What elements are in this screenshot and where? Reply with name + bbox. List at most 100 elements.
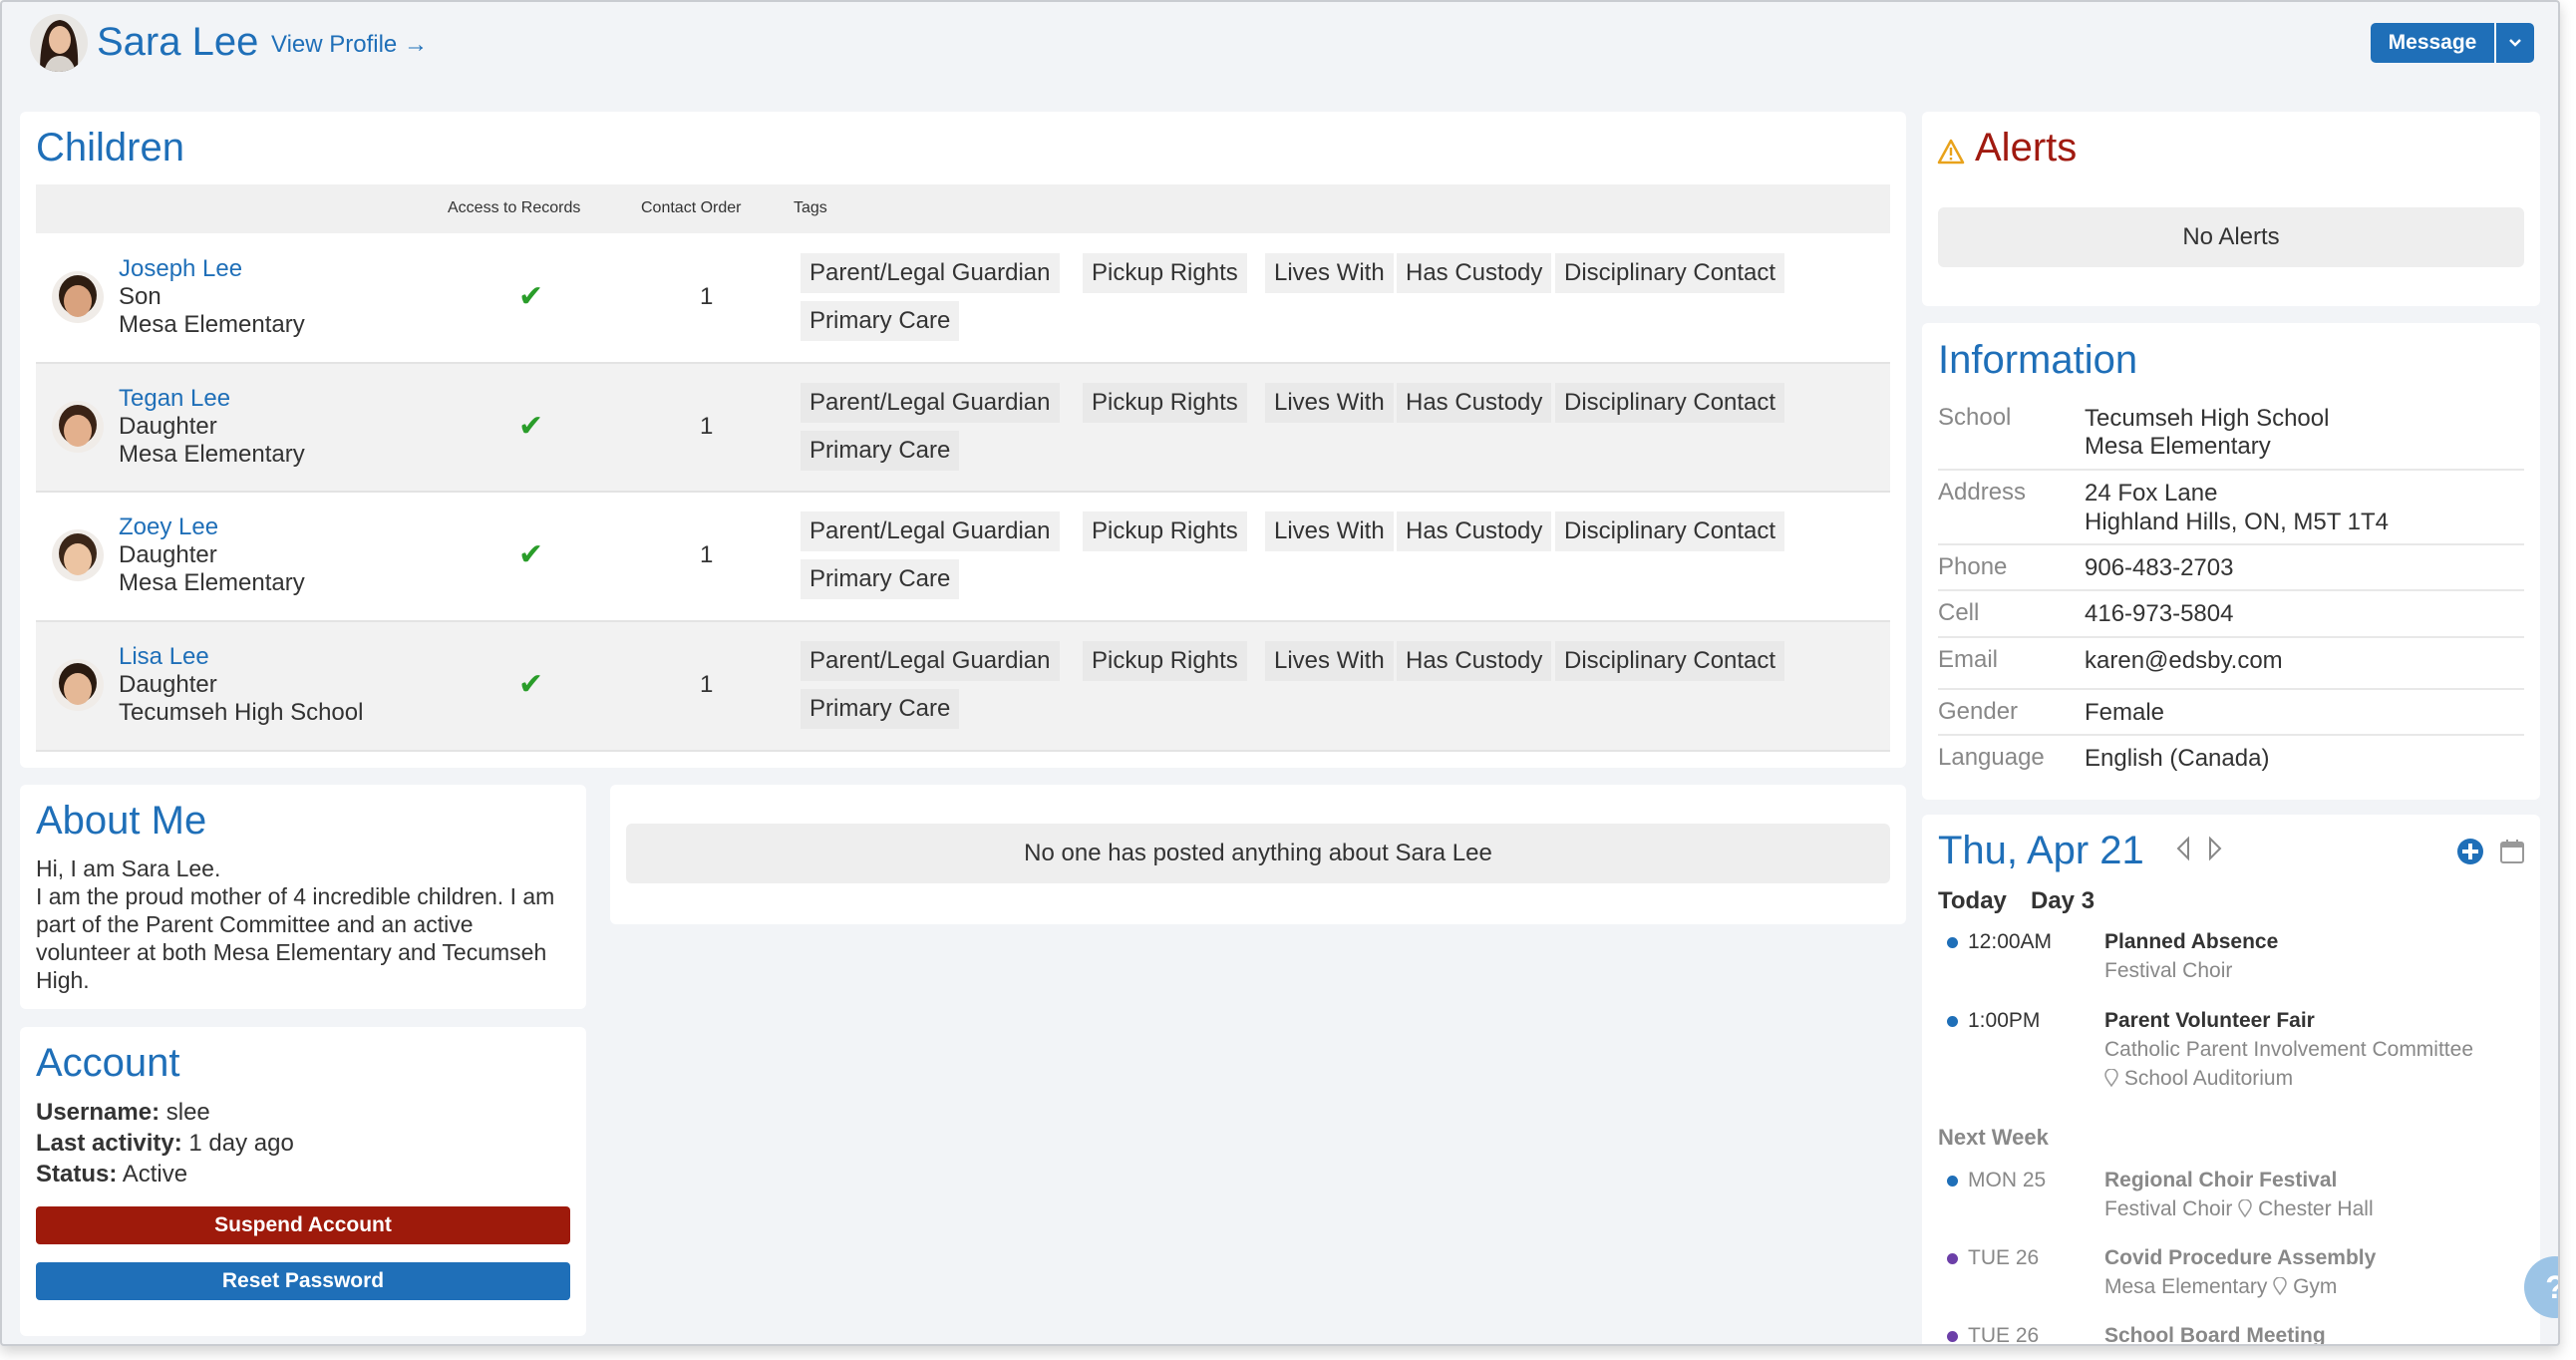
about-line-2: I am the proud mother of 4 incredible ch… — [36, 883, 555, 993]
app-window: Sara Lee View Profile → Message Children… — [0, 0, 2560, 1346]
language-label: Language — [1938, 744, 2045, 771]
event-location: School Auditorium — [2104, 1067, 2293, 1091]
status-label: Status: — [36, 1161, 118, 1188]
next-day-icon[interactable] — [2207, 836, 2223, 861]
event-group: Mesa Elementary — [2104, 1275, 2268, 1298]
event-title[interactable]: Covid Procedure Assembly — [2104, 1246, 2376, 1270]
column-tags[interactable]: Tags — [794, 199, 827, 217]
child-row: Lisa Lee Daughter Tecumseh High School ✔ 1 Pa… — [36, 621, 1890, 750]
tag-chip: Parent/Legal Guardian — [801, 641, 1060, 681]
child-relation: Son — [119, 283, 161, 310]
avatar[interactable] — [30, 14, 88, 72]
tag-chip: Lives With — [1265, 253, 1394, 293]
children-table-header: Access to Records Contact Order Tags — [36, 184, 1890, 233]
tag-chip: Primary Care — [801, 689, 960, 729]
status-value: Active — [122, 1161, 188, 1188]
column-contact-order[interactable]: Contact Order — [641, 199, 741, 217]
tag-chip: Lives With — [1265, 511, 1394, 551]
child-school: Mesa Elementary — [119, 569, 305, 596]
child-name-link[interactable]: Zoey Lee — [119, 513, 218, 541]
child-name-link[interactable]: Tegan Lee — [119, 385, 230, 413]
view-profile-link[interactable]: View Profile → — [271, 30, 428, 60]
contact-order-value: 1 — [700, 541, 714, 568]
child-name-link[interactable]: Joseph Lee — [119, 255, 242, 283]
event-time: 1:00PM — [1968, 1009, 2041, 1032]
alerts-title: Alerts — [1975, 126, 2078, 170]
event-title[interactable]: Planned Absence — [2104, 930, 2278, 954]
address-value-1: 24 Fox Lane — [2085, 480, 2218, 507]
contact-order-value: 1 — [700, 283, 714, 310]
school-value-2: Mesa Elementary — [2085, 433, 2271, 460]
status-row: Status: Active — [36, 1161, 187, 1189]
tag-chip: Primary Care — [801, 431, 960, 471]
chevron-down-icon — [2509, 39, 2521, 47]
location-pin-icon — [2273, 1276, 2288, 1296]
message-button[interactable]: Message — [2371, 23, 2494, 63]
row-divider — [36, 750, 1890, 752]
suspend-account-button[interactable]: Suspend Account — [36, 1206, 570, 1244]
location-pin-icon — [2238, 1198, 2252, 1218]
reset-password-button[interactable]: Reset Password — [36, 1262, 570, 1300]
tag-chip: Parent/Legal Guardian — [801, 383, 1060, 423]
event-title[interactable]: Regional Choir Festival — [2104, 1169, 2337, 1192]
divider — [1938, 688, 2524, 690]
child-name-link[interactable]: Lisa Lee — [119, 643, 209, 671]
event-group-location: Mesa Elementary Gym — [2104, 1275, 2337, 1299]
tag-chip: Lives With — [1265, 383, 1394, 423]
child-avatar[interactable] — [52, 529, 104, 581]
event-dot — [1947, 1331, 1958, 1342]
child-school: Tecumseh High School — [119, 699, 364, 726]
previous-day-icon[interactable] — [2175, 836, 2191, 861]
profile-header: Sara Lee View Profile → Message — [2, 2, 2558, 92]
email-link[interactable]: karen@edsby.com — [2085, 646, 2283, 675]
tag-chip: Primary Care — [801, 301, 960, 341]
access-checkmark-icon: ✔ — [518, 538, 544, 571]
access-checkmark-icon: ✔ — [518, 668, 544, 701]
child-avatar[interactable] — [52, 401, 104, 453]
children-title: Children — [36, 126, 184, 170]
child-school: Mesa Elementary — [119, 441, 305, 468]
gender-label: Gender — [1938, 698, 2019, 725]
language-value: English (Canada) — [2085, 745, 2270, 772]
event-time: MON 25 — [1968, 1169, 2047, 1191]
add-event-icon[interactable] — [2456, 838, 2484, 865]
child-school: Mesa Elementary — [119, 311, 305, 338]
event-dot — [1947, 937, 1958, 948]
event-dot — [1947, 1016, 1958, 1027]
cell-label: Cell — [1938, 599, 1980, 626]
tag-chip: Has Custody — [1397, 383, 1552, 423]
phone-value: 906-483-2703 — [2085, 554, 2234, 581]
username-value: slee — [165, 1099, 210, 1126]
column-access[interactable]: Access to Records — [448, 199, 580, 217]
row-divider — [36, 362, 1890, 364]
gender-value: Female — [2085, 699, 2165, 726]
access-checkmark-icon: ✔ — [518, 280, 544, 313]
about-text: Hi, I am Sara Lee. I am the proud mother… — [36, 854, 564, 994]
message-dropdown-button[interactable] — [2496, 23, 2534, 63]
event-location-text: School Auditorium — [2123, 1067, 2294, 1090]
tag-chip: Pickup Rights — [1083, 383, 1247, 423]
child-avatar[interactable] — [52, 659, 104, 711]
child-avatar[interactable] — [52, 271, 104, 323]
contact-order-value: 1 — [700, 413, 714, 440]
last-activity-value: 1 day ago — [188, 1130, 294, 1157]
calendar-icon[interactable] — [2498, 838, 2526, 865]
tag-chip: Has Custody — [1397, 253, 1552, 293]
child-relation: Daughter — [119, 413, 217, 440]
school-label: School — [1938, 404, 2012, 431]
tag-chip: Disciplinary Contact — [1555, 511, 1785, 551]
tag-chip: Pickup Rights — [1083, 511, 1247, 551]
location-pin-icon — [2104, 1068, 2118, 1088]
username-label: Username: — [36, 1099, 161, 1126]
event-title[interactable]: Parent Volunteer Fair — [2104, 1009, 2315, 1033]
tag-chip: Disciplinary Contact — [1555, 253, 1785, 293]
email-label: Email — [1938, 646, 1999, 673]
event-group: Festival Choir — [2104, 1197, 2233, 1220]
username-row: Username: slee — [36, 1099, 210, 1127]
information-title: Information — [1938, 338, 2138, 382]
help-button[interactable]: ? — [2524, 1256, 2558, 1318]
divider — [1938, 734, 2524, 736]
event-title[interactable]: School Board Meeting — [2104, 1324, 2326, 1344]
row-divider — [36, 491, 1890, 493]
divider — [1938, 543, 2524, 545]
